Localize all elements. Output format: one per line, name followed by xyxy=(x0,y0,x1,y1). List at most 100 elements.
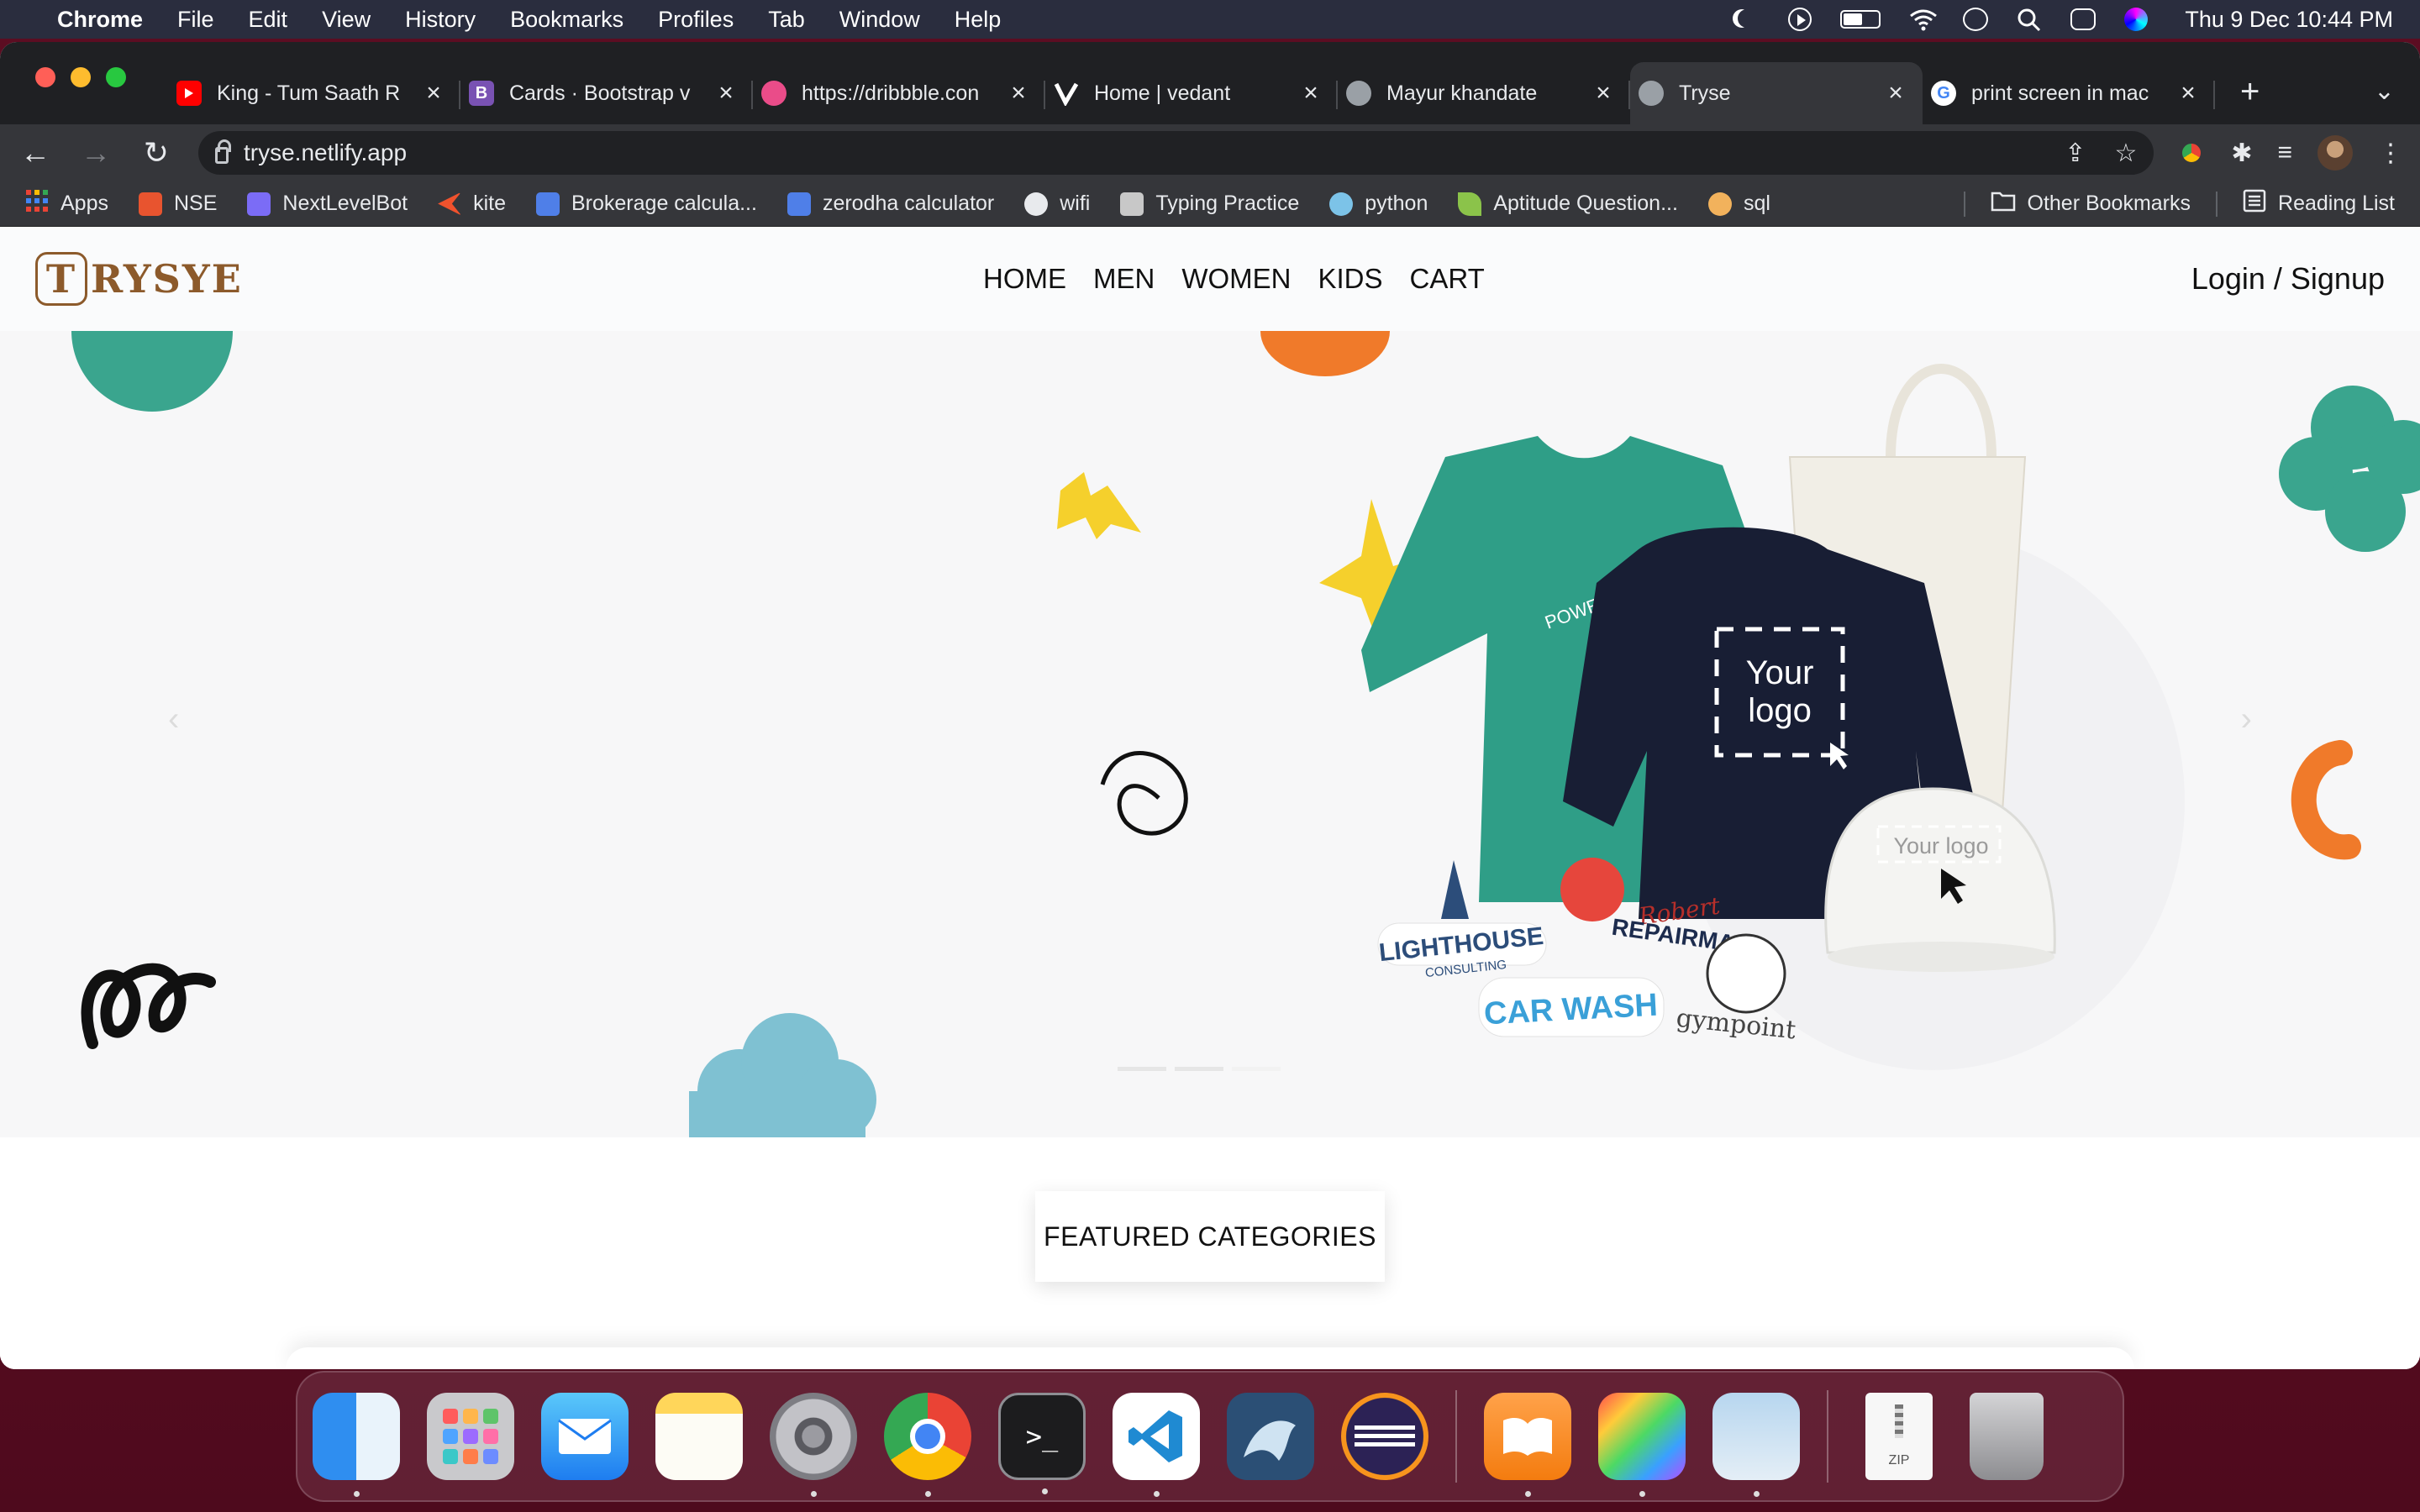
bookmark-typing[interactable]: Typing Practice xyxy=(1120,192,1299,216)
share-icon[interactable]: ⇪ xyxy=(2065,139,2086,168)
books-icon[interactable] xyxy=(1484,1393,1571,1497)
menu-app-name[interactable]: Chrome xyxy=(57,7,143,33)
launchpad-icon[interactable] xyxy=(427,1393,514,1480)
close-window-button[interactable] xyxy=(35,67,55,87)
tab-vedant[interactable]: Home | vedant × xyxy=(1045,62,1338,124)
close-tab-icon[interactable]: × xyxy=(1884,79,1907,108)
focus-moon-icon[interactable] xyxy=(1734,8,1760,31)
menu-tab[interactable]: Tab xyxy=(768,7,805,33)
bookmark-aptitude[interactable]: Aptitude Question... xyxy=(1458,192,1678,216)
nav-cart[interactable]: CART xyxy=(1410,263,1485,295)
tab-google[interactable]: G print screen in mac × xyxy=(1923,62,2215,124)
vscode-icon[interactable] xyxy=(1113,1393,1200,1497)
eclipse-icon[interactable] xyxy=(1341,1393,1428,1480)
nav-home[interactable]: HOME xyxy=(983,263,1066,295)
bookmarks-right: Other Bookmarks Reading List xyxy=(1963,189,2395,218)
carousel-indicator-active[interactable] xyxy=(1232,1067,1281,1071)
tab-search-chevron-icon[interactable]: ⌄ xyxy=(2349,76,2420,124)
bookmark-sql[interactable]: sql xyxy=(1707,192,1770,216)
puzzle-extensions-icon[interactable]: ✱ xyxy=(2231,139,2252,168)
reading-list[interactable]: Reading List xyxy=(2243,189,2395,218)
user-account-icon[interactable] xyxy=(1963,8,1989,31)
spotlight-search-icon[interactable] xyxy=(2017,8,2042,32)
preview-icon[interactable] xyxy=(1712,1393,1800,1497)
menu-view[interactable]: View xyxy=(322,7,371,33)
color-extension-icon[interactable] xyxy=(2177,139,2207,167)
now-playing-icon[interactable] xyxy=(1788,8,1812,31)
wifi-icon[interactable] xyxy=(1909,8,1938,31)
chrome-center-shape xyxy=(910,1419,945,1454)
nav-women[interactable]: WOMEN xyxy=(1181,263,1291,295)
close-tab-icon[interactable]: × xyxy=(1591,79,1615,108)
close-tab-icon[interactable]: × xyxy=(1007,79,1030,108)
featured-categories-button[interactable]: FEATURED CATEGORIES xyxy=(1035,1191,1385,1282)
bookmark-kite[interactable]: kite xyxy=(438,192,506,216)
bookmark-zerodha[interactable]: zerodha calculator xyxy=(786,192,994,216)
login-signup-link[interactable]: Login / Signup xyxy=(2191,261,2385,297)
chrome-icon[interactable] xyxy=(884,1393,971,1497)
tab-mayur[interactable]: Mayur khandate × xyxy=(1338,62,1630,124)
profile-avatar[interactable] xyxy=(2317,135,2353,171)
carousel-indicator[interactable] xyxy=(1175,1067,1223,1071)
bookmark-apps[interactable]: Apps xyxy=(25,189,108,218)
nav-men[interactable]: MEN xyxy=(1093,263,1155,295)
menu-file[interactable]: File xyxy=(177,7,214,33)
menu-bookmarks[interactable]: Bookmarks xyxy=(510,7,623,33)
terminal-icon[interactable]: >_ xyxy=(998,1393,1086,1494)
forward-arrow-icon[interactable]: → xyxy=(77,134,114,171)
other-bookmarks[interactable]: Other Bookmarks xyxy=(1991,190,2191,218)
menu-help[interactable]: Help xyxy=(955,7,1002,33)
zip-icon[interactable]: ZIP xyxy=(1865,1393,1933,1480)
nav-kids[interactable]: KIDS xyxy=(1318,263,1383,295)
site-navbar: T RYSYE HOME MEN WOMEN KIDS CART Login /… xyxy=(0,227,2420,331)
tab-dribbble[interactable]: https://dribbble.con × xyxy=(753,62,1045,124)
close-tab-icon[interactable]: × xyxy=(422,79,445,108)
carousel-next-chevron-icon[interactable]: › xyxy=(2241,701,2252,738)
carousel-prev-chevron-icon[interactable]: ‹ xyxy=(168,701,179,738)
lock-icon[interactable] xyxy=(215,139,231,164)
settings-gear-icon[interactable] xyxy=(770,1393,857,1497)
tab-bootstrap[interactable]: B Cards · Bootstrap v × xyxy=(460,62,753,124)
minimize-window-button[interactable] xyxy=(71,67,91,87)
bookmark-star-icon[interactable]: ☆ xyxy=(2114,139,2137,168)
address-bar[interactable]: tryse.netlify.app ⇪ ☆ xyxy=(198,131,2154,175)
bookmark-nse[interactable]: NSE xyxy=(138,192,217,216)
mysql-icon[interactable] xyxy=(1227,1393,1314,1480)
chrome-menu-kebab-icon[interactable]: ⋮ xyxy=(2378,139,2403,168)
menu-history[interactable]: History xyxy=(405,7,476,33)
reading-list-media-icon[interactable]: ≡ xyxy=(2277,139,2292,167)
dock-divider xyxy=(1455,1390,1457,1483)
zoom-window-button[interactable] xyxy=(106,67,126,87)
reload-icon[interactable]: ↻ xyxy=(138,134,175,171)
bookmark-label: NextLevelBot xyxy=(282,192,408,215)
back-arrow-icon[interactable]: ← xyxy=(17,134,54,171)
bookmark-brokerage[interactable]: Brokerage calcula... xyxy=(536,192,757,216)
battery-icon[interactable] xyxy=(1840,10,1881,29)
menubar-clock[interactable]: Thu 9 Dec 10:44 PM xyxy=(2185,7,2393,33)
colorsync-icon[interactable] xyxy=(1598,1393,1686,1497)
tab-youtube[interactable]: King - Tum Saath R × xyxy=(168,62,460,124)
url-text[interactable]: tryse.netlify.app xyxy=(244,139,407,166)
menu-profiles[interactable]: Profiles xyxy=(658,7,734,33)
new-tab-plus-icon[interactable]: + xyxy=(2215,73,2285,124)
reading-list-label: Reading List xyxy=(2278,192,2395,215)
siri-icon[interactable] xyxy=(2124,8,2149,31)
bookmark-wifi[interactable]: wifi xyxy=(1024,192,1090,216)
sql-icon xyxy=(1707,192,1732,216)
menu-window[interactable]: Window xyxy=(839,7,920,33)
close-tab-icon[interactable]: × xyxy=(1299,79,1323,108)
close-tab-icon[interactable]: × xyxy=(2176,79,2200,108)
menu-edit[interactable]: Edit xyxy=(249,7,288,33)
close-tab-icon[interactable]: × xyxy=(714,79,738,108)
finder-icon[interactable] xyxy=(313,1393,400,1497)
bookmark-nextlevelbot[interactable]: NextLevelBot xyxy=(247,192,408,216)
bookmark-python[interactable]: python xyxy=(1329,192,1428,216)
trysye-logo[interactable]: T RYSYE xyxy=(35,252,243,306)
carousel-indicator[interactable] xyxy=(1118,1067,1166,1071)
tab-title: print screen in mac xyxy=(1971,81,2149,105)
notes-icon[interactable] xyxy=(655,1393,743,1480)
trash-icon[interactable] xyxy=(1970,1393,2044,1480)
control-center-icon[interactable] xyxy=(2070,8,2096,30)
mail-icon[interactable] xyxy=(541,1393,629,1480)
tab-tryse[interactable]: Tryse × xyxy=(1630,62,1923,124)
